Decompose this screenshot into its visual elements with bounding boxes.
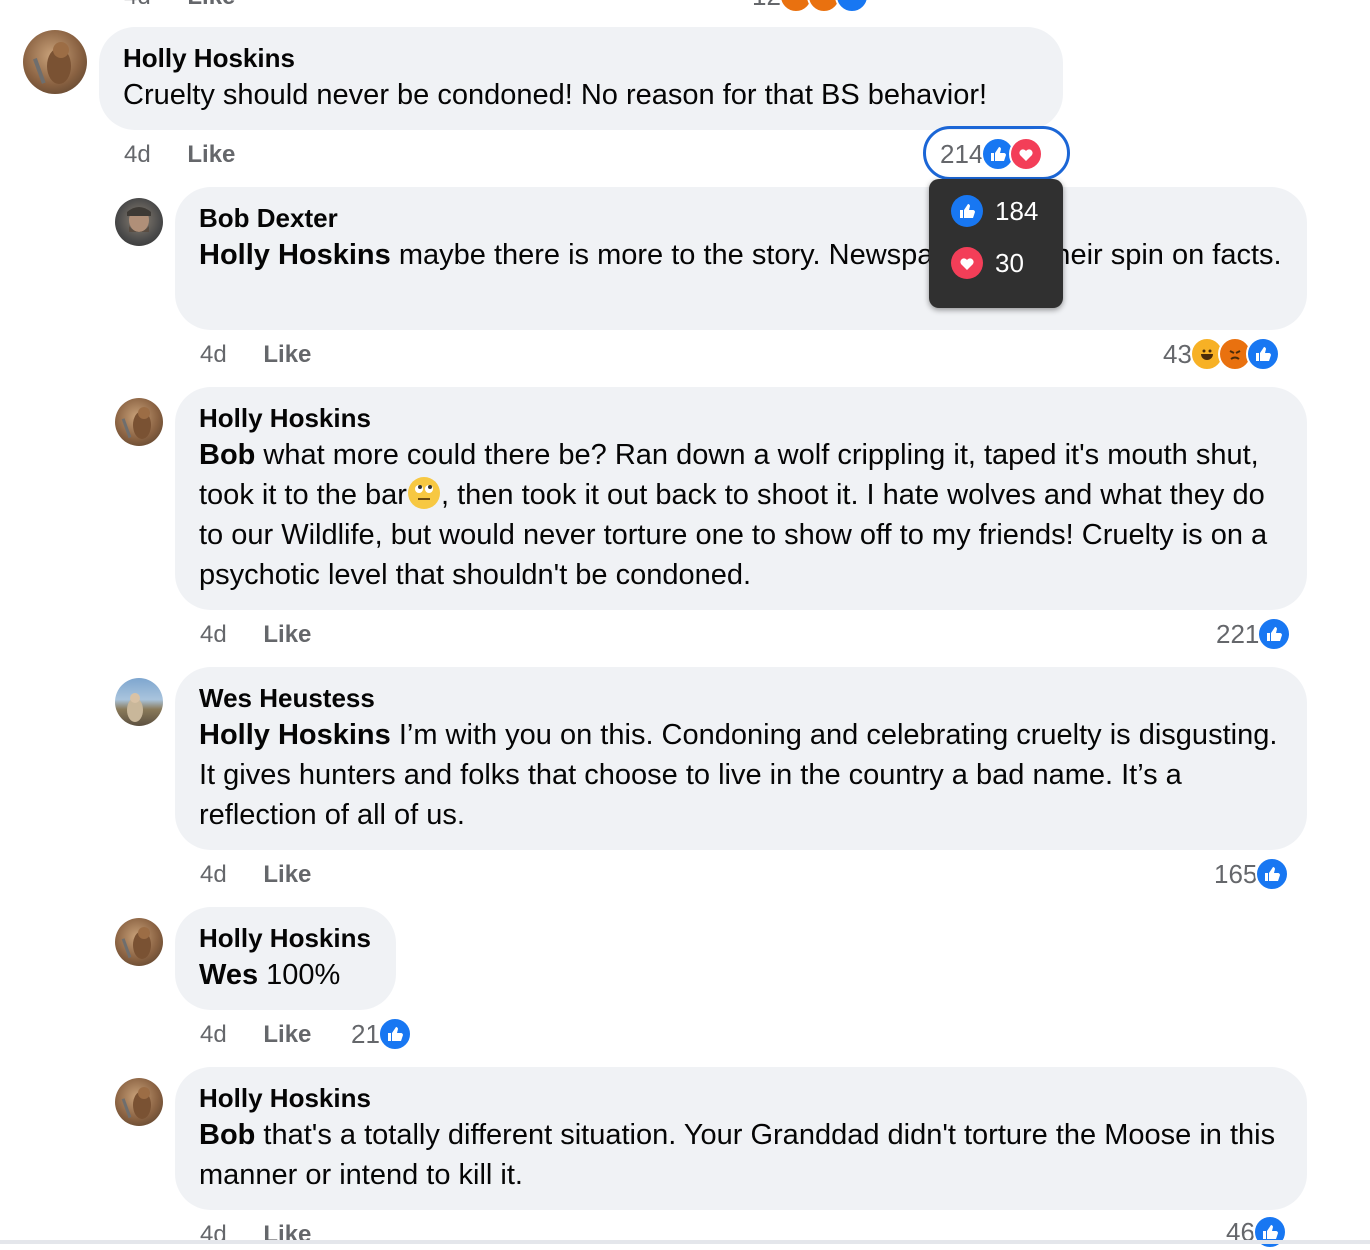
mention-link[interactable]: Bob — [199, 439, 255, 471]
mention-link[interactable]: Holly Hoskins — [199, 239, 391, 271]
comment-author[interactable]: Holly Hoskins — [199, 921, 372, 955]
comment-meta: 4d Like — [200, 620, 311, 650]
comment-bubble: Holly Hoskins Bob that's a totally diffe… — [175, 1067, 1307, 1210]
comment-bubble: Holly Hoskins Bob what more could there … — [175, 387, 1307, 610]
love-icon — [951, 247, 983, 279]
comment-meta: 4d Like — [124, 140, 235, 170]
reaction-tooltip: 184 30 — [929, 179, 1063, 308]
reaction-count: 43 — [1163, 338, 1192, 369]
comment-time[interactable]: 4d — [200, 341, 227, 368]
like-button[interactable]: Like — [187, 0, 235, 10]
reactions-summary[interactable]: 21 — [351, 1016, 412, 1052]
like-button[interactable]: Like — [263, 621, 311, 648]
comment-author[interactable]: Holly Hoskins — [123, 41, 1039, 75]
comment-author[interactable]: Holly Hoskins — [199, 1081, 1283, 1115]
avatar[interactable] — [115, 398, 163, 446]
comment-text: Bob what more could there be? Ran down a… — [199, 435, 1283, 595]
comment-time[interactable]: 4d — [200, 861, 227, 888]
like-icon — [834, 0, 869, 13]
avatar[interactable] — [115, 198, 163, 246]
reaction-count: 221 — [1216, 618, 1260, 649]
reactions-summary[interactable]: 221 — [1216, 616, 1292, 652]
mention-link[interactable]: Holly Hoskins — [199, 719, 391, 751]
like-button[interactable]: Like — [263, 341, 311, 368]
like-icon — [951, 195, 983, 227]
comment-text: Bob that's a totally different situation… — [199, 1115, 1283, 1195]
comment-bubble: Holly Hoskins Wes 100% — [175, 907, 396, 1010]
rolling-eyes-emoji — [407, 477, 440, 509]
comment-meta: 4d Like — [200, 1020, 311, 1050]
like-icon — [1255, 857, 1290, 891]
comment-bubble: Bob Dexter Holly Hoskins maybe there is … — [175, 187, 1307, 330]
reaction-count: 12 — [752, 0, 781, 12]
comment-time[interactable]: 4d — [200, 621, 227, 648]
comment-author[interactable]: Wes Heustess — [199, 681, 1283, 715]
like-button[interactable]: Like — [187, 141, 235, 168]
comment-time: 4d — [124, 0, 151, 10]
avatar[interactable] — [23, 30, 87, 94]
comment-text: Wes 100% — [199, 955, 372, 995]
comment-body: that's a totally different situation. Yo… — [199, 1119, 1276, 1191]
comment-text: Holly Hoskins maybe there is more to the… — [199, 235, 1283, 275]
reactions-summary[interactable]: 43 — [1163, 336, 1280, 372]
mention-link[interactable]: Wes — [199, 959, 258, 991]
reactions-summary[interactable]: 214 — [940, 136, 1044, 172]
reactions-summary[interactable]: 165 — [1214, 856, 1290, 892]
comment-text: Holly Hoskins I’m with you on this. Cond… — [199, 715, 1283, 835]
like-icon — [1257, 617, 1292, 651]
reactions-summary[interactable]: 46 — [1226, 1214, 1287, 1250]
reaction-count: 214 — [940, 138, 984, 169]
comment-body: maybe there is more to the story. Newspa… — [390, 239, 1282, 271]
like-button[interactable]: Like — [263, 1021, 311, 1048]
comment-meta: 4d Like — [200, 340, 311, 370]
comment-time[interactable]: 4d — [124, 141, 151, 168]
comment-body: 100% — [258, 959, 341, 991]
mention-link[interactable]: Bob — [199, 1119, 255, 1151]
comment-author[interactable]: Bob Dexter — [199, 201, 1283, 235]
comment-bubble: Wes Heustess Holly Hoskins I’m with you … — [175, 667, 1307, 850]
like-icon — [377, 1017, 412, 1051]
comment-time[interactable]: 4d — [200, 1021, 227, 1048]
tooltip-love-row: 30 — [951, 247, 1024, 279]
like-icon — [1245, 337, 1280, 371]
avatar[interactable] — [115, 1078, 163, 1126]
reaction-count: 21 — [351, 1018, 380, 1049]
love-icon — [1009, 137, 1044, 171]
tooltip-like-count: 184 — [995, 195, 1039, 226]
divider — [0, 1240, 1370, 1244]
comment-author[interactable]: Holly Hoskins — [199, 401, 1283, 435]
avatar[interactable] — [115, 918, 163, 966]
comment-bubble: Holly Hoskins Cruelty should never be co… — [99, 27, 1063, 130]
comment-text: Cruelty should never be condoned! No rea… — [123, 79, 988, 111]
tooltip-love-count: 30 — [995, 247, 1024, 278]
reaction-count: 165 — [1214, 858, 1258, 889]
tooltip-like-row: 184 — [951, 195, 1038, 227]
comment-meta: 4d Like — [200, 860, 311, 890]
avatar[interactable] — [115, 678, 163, 726]
partial-reactions[interactable]: 12 — [752, 0, 869, 14]
like-button[interactable]: Like — [263, 861, 311, 888]
comment-meta: 4d Like — [200, 1220, 311, 1250]
partial-comment-meta: 4d Like — [124, 0, 235, 12]
